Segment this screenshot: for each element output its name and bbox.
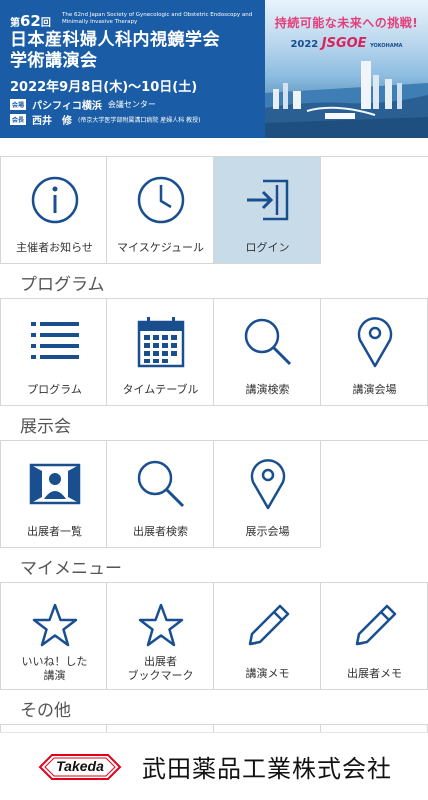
slogan: 持続可能な未来への挑戦! xyxy=(274,16,419,30)
venue-row: 会場 パシフィコ横浜 会議センター xyxy=(10,97,156,112)
login-label: ログイン xyxy=(245,241,290,254)
my-schedule-button[interactable]: マイスケジュール xyxy=(107,157,214,264)
pencil-icon xyxy=(214,597,321,655)
info-icon xyxy=(1,171,108,229)
yokohama-cityscape-image xyxy=(265,61,428,138)
exhibitor-bookmark-button[interactable]: 出展者 ブックマーク xyxy=(107,583,214,690)
section-header-my-menu: マイメニュー xyxy=(0,548,428,584)
venue-tag: 会場 xyxy=(10,99,27,110)
login-icon xyxy=(214,171,321,229)
pencil-icon xyxy=(321,597,428,655)
organizer-notice-button[interactable]: 主催者お知らせ xyxy=(0,157,107,264)
exhibition-venue-button[interactable]: 展示会場 xyxy=(214,441,321,548)
exhibitor-bookmark-label: 出展者 ブックマーク xyxy=(127,655,194,682)
my-menu-grid: いいね！した 講演 出展者 ブックマーク 講演メモ 出展者メモ xyxy=(0,582,428,690)
program-label: プログラム xyxy=(27,383,82,396)
login-button[interactable]: ログイン xyxy=(214,157,321,264)
chair-affiliation: (帝京大学医学部附属溝口病院 産婦人科 教授) xyxy=(78,117,201,124)
location-pin-icon xyxy=(321,313,428,371)
clock-icon xyxy=(107,171,214,229)
exhibitor-memo-button[interactable]: 出展者メモ xyxy=(321,583,428,690)
exhibition-venue-label: 展示会場 xyxy=(245,525,290,538)
list-icon xyxy=(1,313,108,371)
exhibitor-icon xyxy=(1,455,108,513)
lecture-search-button[interactable]: 講演検索 xyxy=(214,299,321,406)
conference-dates: 2022年9月8日(木)〜10日(土) xyxy=(10,80,198,95)
japanese-title: 日本産科婦人科内視鏡学会 学術講演会 xyxy=(10,30,220,71)
lecture-search-label: 講演検索 xyxy=(245,383,290,396)
banner-title-panel: 第62回 The 62nd Japan Society of Gynecolog… xyxy=(0,0,265,138)
timetable-button[interactable]: タイムテーブル xyxy=(107,299,214,406)
venue-detail: 会議センター xyxy=(107,100,156,109)
organizer-notice-label: 主催者お知らせ xyxy=(16,241,93,254)
empty-cell xyxy=(321,441,428,548)
top-menu-grid: 主催者お知らせ マイスケジュール ログイン xyxy=(0,156,428,264)
program-button[interactable]: プログラム xyxy=(0,299,107,406)
program-menu-grid: プログラム タイムテーブル 講演検索 講演会場 xyxy=(0,298,428,406)
sponsor-company-name: 武田薬品工業株式会社 xyxy=(142,755,392,783)
exhibitor-memo-label: 出展者メモ xyxy=(347,667,402,680)
location-pin-icon xyxy=(214,455,321,513)
banner-image-panel: 持続可能な未来への挑戦! 2022 JSGOE YOKOHAMA xyxy=(265,0,428,138)
section-header-program: プログラム xyxy=(0,264,428,300)
chair-tag: 会長 xyxy=(10,114,27,125)
chair-name: 西井 修 xyxy=(32,116,73,127)
lecture-memo-label: 講演メモ xyxy=(245,667,290,680)
takeda-logo-text: Takeda xyxy=(56,757,104,774)
my-schedule-label: マイスケジュール xyxy=(117,241,204,254)
sponsor-footer[interactable]: Takeda 武田薬品工業株式会社 xyxy=(0,732,428,800)
timetable-label: タイムテーブル xyxy=(122,383,199,396)
liked-lectures-label: いいね！した 講演 xyxy=(21,655,88,682)
edition-number: 第62回 xyxy=(10,12,51,30)
lecture-venue-label: 講演会場 xyxy=(352,383,397,396)
lecture-memo-button[interactable]: 講演メモ xyxy=(214,583,321,690)
exhibitor-list-label: 出展者一覧 xyxy=(27,525,82,538)
liked-lectures-button[interactable]: いいね！した 講演 xyxy=(0,583,107,690)
section-header-other: その他 xyxy=(0,690,428,726)
star-icon xyxy=(107,597,214,655)
venue-name: パシフィコ横浜 xyxy=(32,101,102,112)
calendar-icon xyxy=(107,313,214,371)
conference-banner: 第62回 The 62nd Japan Society of Gynecolog… xyxy=(0,0,428,138)
star-icon xyxy=(1,597,108,655)
english-title: The 62nd Japan Society of Gynecologic an… xyxy=(62,12,253,25)
exhibitor-list-button[interactable]: 出展者一覧 xyxy=(0,441,107,548)
empty-cell xyxy=(321,157,428,264)
takeda-logo: Takeda xyxy=(36,750,124,784)
search-icon xyxy=(107,455,214,513)
search-icon xyxy=(214,313,321,371)
chair-row: 会長 西井 修 (帝京大学医学部附属溝口病院 産婦人科 教授) xyxy=(10,112,201,127)
exhibitor-search-label: 出展者検索 xyxy=(133,525,188,538)
section-header-exhibition: 展示会 xyxy=(0,406,428,442)
lecture-venue-button[interactable]: 講演会場 xyxy=(321,299,428,406)
jsgoe-logo: 2022 JSGOE YOKOHAMA xyxy=(290,36,403,51)
exhibitor-search-button[interactable]: 出展者検索 xyxy=(107,441,214,548)
exhibition-menu-grid: 出展者一覧 出展者検索 展示会場 xyxy=(0,440,428,548)
